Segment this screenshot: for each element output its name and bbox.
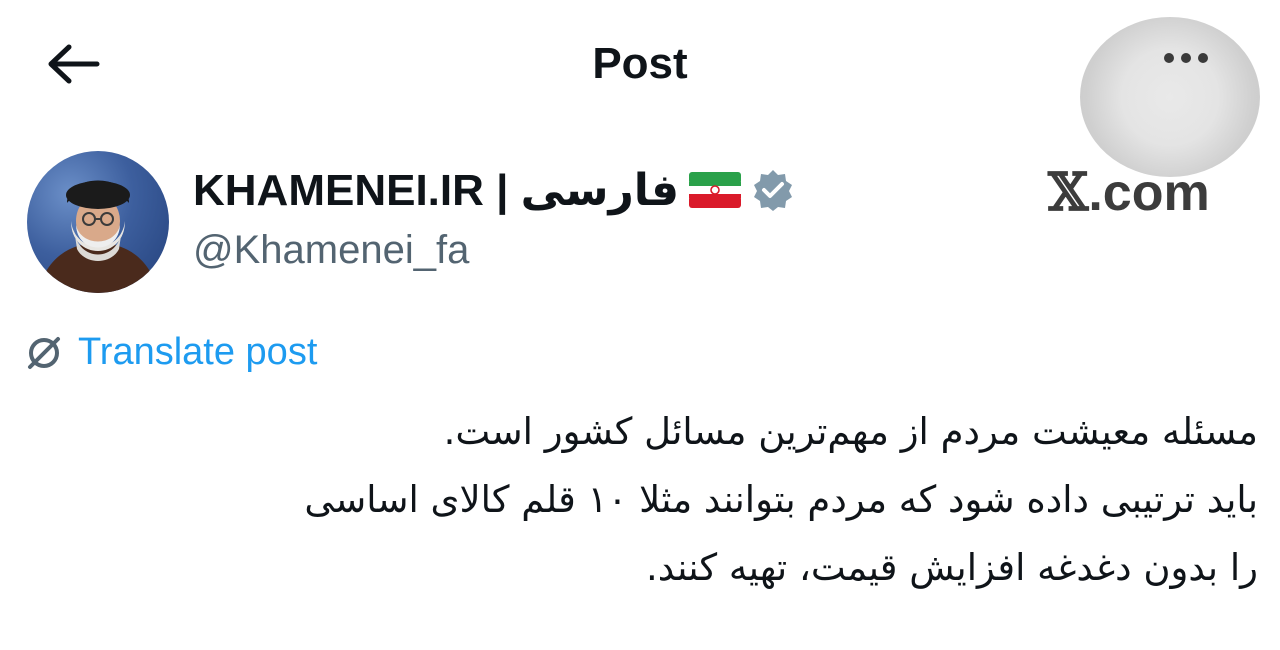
iran-flag-icon — [689, 172, 742, 208]
post-text: مسئله معیشت مردم از مهم‌ترین مسائل کشور … — [18, 398, 1258, 602]
post-text-line: را بدون دغدغه افزایش قیمت، تهیه کنند. — [645, 546, 1258, 589]
x-com-watermark: 𝕏.com — [1048, 162, 1210, 223]
globe-slash-icon — [28, 336, 60, 369]
post-text-line: باید ترتیبی داده شود که مردم بتوانند مثل… — [304, 478, 1258, 521]
account-handle[interactable]: @Khamenei_fa — [193, 228, 469, 273]
more-button[interactable] — [1080, 17, 1260, 177]
x-logo: 𝕏 — [1048, 162, 1089, 223]
display-name: KHAMENEI.IR | فارسی — [193, 165, 680, 215]
account-display-name-row[interactable]: KHAMENEI.IR | فارسی — [193, 162, 795, 218]
avatar[interactable] — [27, 151, 169, 293]
watermark-domain: .com — [1088, 164, 1210, 222]
translate-post-label: Translate post — [78, 331, 318, 373]
post-text-line: مسئله معیشت مردم از مهم‌ترین مسائل کشور … — [443, 410, 1258, 453]
post-page: Post KHAMENEI.IR | فارسی @Khamenei_fa 𝕏.… — [0, 0, 1280, 650]
translate-post-link[interactable]: Translate post — [24, 331, 317, 374]
more-horizontal-icon[interactable] — [1164, 53, 1208, 63]
verified-badge-icon — [754, 170, 793, 211]
avatar-portrait-image — [37, 180, 159, 293]
